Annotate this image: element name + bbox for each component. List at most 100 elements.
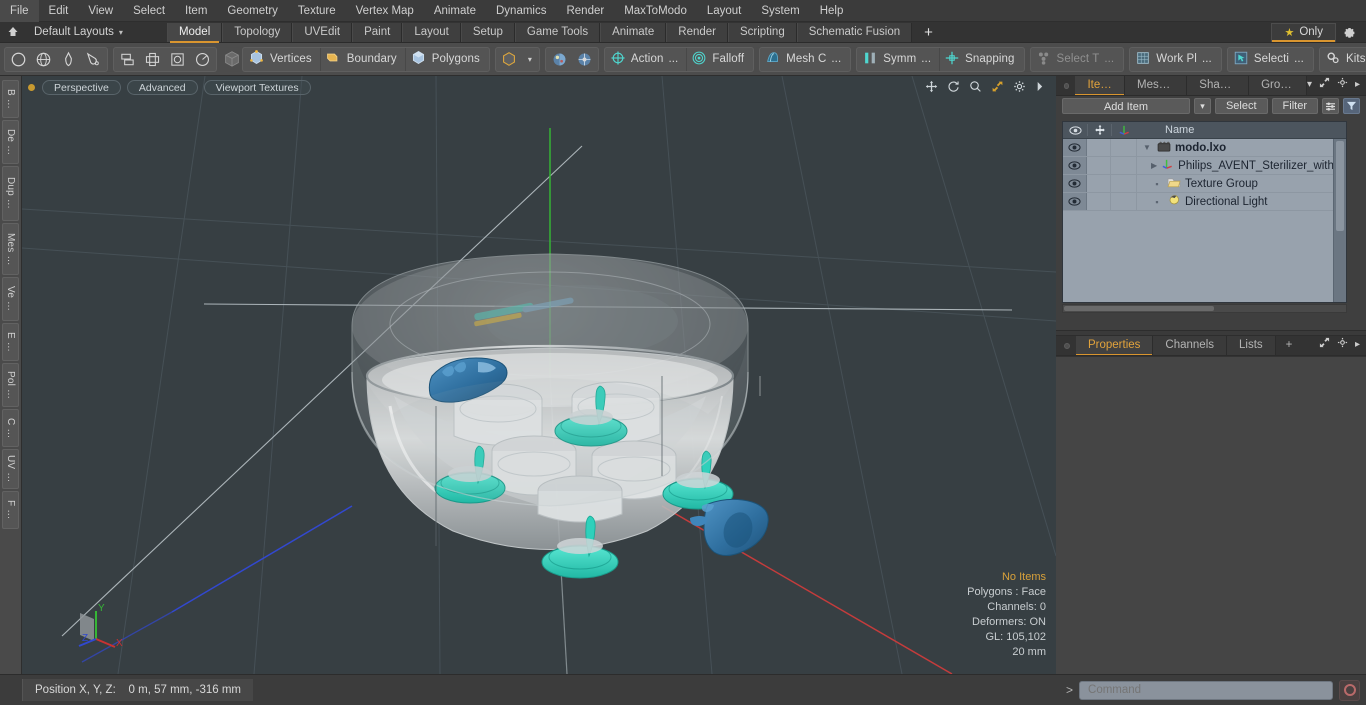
row-name-cell[interactable]: ▼ modo.lxo [1137,140,1346,155]
menu-item-vertex-map[interactable]: Vertex Map [346,0,424,22]
record-icon[interactable] [1339,679,1360,701]
left-tab-deform[interactable]: De … [2,120,19,164]
table-row[interactable]: ▶ Philips_AVENT_Sterilizer_with … [1063,157,1346,175]
select-through-group[interactable]: Select T ... [1029,46,1125,72]
tab-uvedit[interactable]: UVEdit [292,22,353,42]
row-name-cell[interactable]: ▪ Texture Group [1137,177,1346,191]
tool-kits[interactable]: Kits [1321,48,1366,71]
left-tab-edge[interactable]: E … [2,323,19,361]
tab-render[interactable]: Render [666,22,728,42]
add-item-dropdown[interactable]: ▾ [1193,98,1211,114]
filter-button[interactable]: Filter [1271,98,1318,114]
menu-item-render[interactable]: Render [556,0,614,22]
tab-shading[interactable]: Shading [1187,76,1250,95]
gear-icon[interactable] [1337,337,1348,351]
mode-polygons[interactable]: Polygons [406,48,488,71]
menu-item-animate[interactable]: Animate [424,0,486,22]
expand-icon[interactable] [1319,337,1330,351]
scrollbar-thumb[interactable] [1336,141,1344,231]
row-axis-cell[interactable] [1111,193,1137,210]
tab-properties[interactable]: Properties [1076,336,1154,355]
row-name-cell[interactable]: ▪ Directional Light [1137,194,1346,209]
tool-snapping[interactable]: Snapping [940,48,1022,71]
circle-icon[interactable] [6,48,31,71]
tab-paint[interactable]: Paint [352,22,403,42]
tool-action[interactable]: Action ... [606,47,688,71]
chevron-right-icon[interactable] [1035,81,1044,94]
home-icon[interactable] [0,23,26,42]
paint-sphere-icon[interactable] [547,48,572,71]
tab-items[interactable]: Items [1075,76,1125,95]
mode-boundary[interactable]: Boundary [321,47,406,71]
row-lock-cell[interactable] [1087,157,1111,174]
zoom-icon[interactable] [969,80,982,95]
menu-item-view[interactable]: View [78,0,123,22]
row-lock-cell[interactable] [1087,193,1111,210]
globe-icon[interactable] [31,48,56,71]
tab-lists[interactable]: Lists [1227,336,1276,355]
pen-icon[interactable] [56,48,81,71]
chevron-right-icon[interactable]: ▸ [1355,79,1360,90]
select-button[interactable]: Select [1214,98,1268,114]
left-tab-polygon[interactable]: Pol … [2,363,19,407]
menu-item-item[interactable]: Item [175,0,217,22]
work-plane-group[interactable]: Work Pl ... [1129,46,1222,72]
menu-item-dynamics[interactable]: Dynamics [486,0,556,22]
tool-symmetry[interactable]: Symm ... [858,47,941,71]
item-list-hscrollbar[interactable] [1062,304,1347,313]
radial-icon[interactable] [190,48,215,71]
brush-icon[interactable] [81,48,106,71]
list-options-icon[interactable] [1322,98,1339,114]
gear-icon[interactable] [1013,80,1026,95]
menu-item-edit[interactable]: Edit [39,0,79,22]
align-icon[interactable] [115,48,140,71]
left-tab-vertex[interactable]: Ve … [2,277,19,321]
maximize-icon[interactable] [991,80,1004,95]
layout-preset-selector[interactable]: Default Layouts ▾ [26,23,131,42]
tab-schematic-fusion[interactable]: Schematic Fusion [796,22,913,42]
properties-add-tab[interactable]: + [1276,336,1303,355]
menu-item-file[interactable]: File [0,0,39,22]
selection-set-group[interactable]: Selecti ... [1226,46,1314,72]
menu-item-geometry[interactable]: Geometry [217,0,288,22]
action-center-group[interactable]: Action ... Falloff [603,46,755,72]
expand-icon[interactable] [1319,77,1330,91]
rotate-icon[interactable] [947,80,960,95]
menu-item-texture[interactable]: Texture [288,0,346,22]
menu-item-maxtomodo[interactable]: MaxToModo [614,0,697,22]
table-row[interactable]: ▪ Texture Group [1063,175,1346,193]
tab-mesh[interactable]: Mesh … [1124,76,1188,95]
move-icon[interactable] [925,80,938,95]
tool-select-through[interactable]: Select T ... [1032,48,1123,71]
row-visibility-toggle[interactable] [1063,175,1087,192]
gear-icon[interactable] [1337,77,1348,91]
symmetry-snapping-group[interactable]: Symm ... Snapping [856,46,1025,72]
chevron-down-icon[interactable]: ▼ [1141,143,1153,152]
viewport-shading-selector[interactable]: Advanced [126,79,198,95]
row-axis-cell[interactable] [1111,175,1137,192]
cube-icon[interactable] [222,48,242,71]
paint-sphere-alt-icon[interactable] [572,48,597,71]
cube-mode-icon[interactable] [497,48,522,71]
add-item-button[interactable]: Add Item [1062,98,1190,114]
row-name-cell[interactable]: ▶ Philips_AVENT_Sterilizer_with … [1137,158,1346,173]
row-visibility-toggle[interactable] [1063,157,1087,174]
command-input[interactable] [1079,680,1333,700]
kits-group[interactable]: Kits [1318,46,1366,72]
tool-work-plane[interactable]: Work Pl ... [1131,48,1220,71]
chevron-down-icon[interactable]: ▾ [522,55,538,64]
tool-selection-set[interactable]: Selecti ... [1229,48,1312,71]
mesh-constraint-group[interactable]: Mesh C ... [759,46,852,72]
viewport-textures-selector[interactable]: Viewport Textures [203,79,311,95]
tab-layout[interactable]: Layout [402,22,461,42]
row-lock-cell[interactable] [1087,139,1111,156]
chevron-right-icon[interactable]: ▶ [1151,161,1157,170]
menu-item-select[interactable]: Select [123,0,175,22]
viewport-camera-selector[interactable]: Perspective [42,79,121,95]
row-axis-cell[interactable] [1111,157,1137,174]
item-list-scrollbar[interactable] [1333,139,1346,302]
tab-animate[interactable]: Animate [600,22,667,42]
add-tab-button[interactable]: + [912,23,945,42]
left-tab-basic[interactable]: B … [2,80,19,118]
gear-icon[interactable] [1336,23,1362,42]
